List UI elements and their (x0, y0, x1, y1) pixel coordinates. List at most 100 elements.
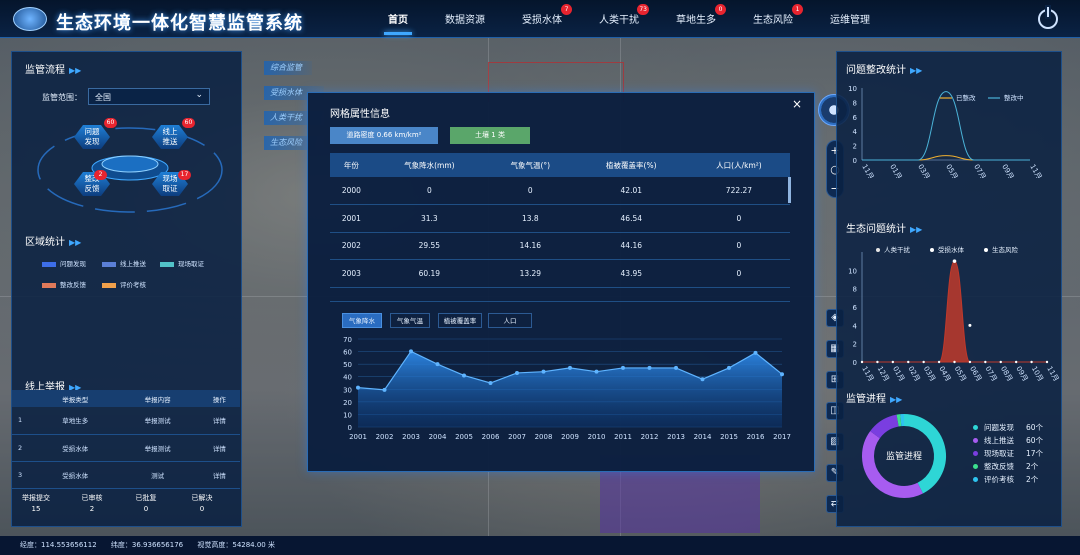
precip-point (674, 365, 678, 370)
axis-dot (1030, 360, 1033, 364)
axis-dot (937, 360, 941, 364)
legend-label: 现场取证 (178, 260, 204, 268)
progress-legend-item: 评价考核 2个 (973, 474, 1038, 485)
region-legend-item[interactable]: 整改反馈 (42, 279, 86, 289)
legend-label: 生态风险 (992, 245, 1019, 254)
x-tick-label: 03月 (922, 365, 937, 383)
progress-legend-item: 现场取证 17个 (973, 448, 1043, 459)
precip-point (541, 369, 546, 374)
stat-label: 举报提交 (22, 494, 50, 502)
legend-label: 受损水体 (938, 245, 965, 254)
legend-label: 线上推送 (984, 436, 1014, 445)
table-row: 2002 29.55 14.16 44.16 0 (330, 232, 790, 260)
nav-tab-label: 受损水体 (522, 15, 562, 26)
progress-title: 监管进程 ▶▶ (846, 394, 903, 405)
x-tick-label: 06月 (968, 365, 983, 383)
legend-value: 2个 (1026, 462, 1039, 471)
chart-tab-2[interactable]: 植被覆盖率 (438, 313, 482, 328)
detail-link[interactable]: 详情 (198, 461, 240, 489)
x-tick-label: 2014 (694, 433, 712, 441)
precip-point (356, 385, 360, 390)
region-legend-item[interactable]: 问题发现 (42, 258, 86, 268)
power-icon[interactable] (1038, 7, 1058, 29)
table-cell: 0 (687, 232, 790, 260)
nav-tab-label: 运维管理 (830, 15, 870, 26)
report-stat: 举报提交 15 (16, 493, 56, 513)
table-cell: 0 (372, 177, 486, 205)
precip-point (488, 381, 493, 385)
x-tick-label: 07月 (972, 163, 987, 178)
legend-label: 问题发现 (984, 423, 1014, 432)
nav-tab-2[interactable]: 受损水体 7 (522, 4, 572, 26)
legend-dot (973, 451, 978, 456)
precip-point (568, 365, 572, 370)
y-tick-label: 0 (853, 157, 857, 165)
legend-dot (973, 438, 978, 443)
legend-dot (973, 477, 978, 482)
nav-tab-label: 首页 (388, 15, 408, 26)
chart-tab-0[interactable]: 气象降水 (342, 313, 382, 328)
scope-select[interactable]: 全国 ⌄ (88, 88, 210, 105)
precip-point (647, 365, 652, 370)
flow-node-badge: 60 (104, 118, 117, 128)
table-row: 1 草地生多 举报测试 详情 (12, 407, 240, 435)
table-cell: 0 (687, 204, 790, 233)
latitude-readout: 纬度：36.936656176 (110, 541, 184, 549)
flow-node-label: 线上 推送 (162, 127, 178, 146)
region-title: 区域统计 ▶▶ (25, 237, 82, 248)
axis-dot (891, 360, 895, 364)
nav-badge: 7 (561, 4, 572, 15)
precip-point (594, 369, 599, 374)
axis-dot (860, 360, 864, 364)
flow-node-label: 问题 发现 (84, 127, 100, 146)
scope-label: 监管范围： (42, 93, 82, 102)
detail-link[interactable]: 详情 (198, 407, 240, 435)
altitude-readout: 视觉高度：54284.00 米 (197, 541, 275, 549)
legend-label: 整改反馈 (60, 281, 86, 289)
legend-label: 整改中 (1004, 93, 1024, 102)
x-tick-label: 09月 (1014, 365, 1029, 383)
report-table: 举报类型 举报内容 操作 1 草地生多 举报测试 详情 2 受损水体 举报测试 详情 3 受损水体… (12, 390, 240, 489)
legend-swatch (102, 261, 116, 267)
stat-value: 0 (143, 505, 149, 513)
series-line (862, 155, 1030, 161)
region-legend-item[interactable]: 线上推送 (102, 258, 146, 268)
close-icon[interactable]: × (792, 97, 802, 111)
legend-dot (973, 464, 978, 469)
legend-label: 已整改 (956, 93, 976, 102)
chart-tab-1[interactable]: 气象气温 (390, 313, 430, 328)
y-tick-label: 10 (848, 85, 857, 93)
attribute-header: 植被覆盖率(%) (574, 153, 688, 177)
y-tick-label: 0 (348, 424, 352, 432)
region-legend-item[interactable]: 现场取证 (160, 258, 204, 268)
ring-slice (870, 414, 900, 439)
stat-value: 0 (199, 505, 205, 513)
detail-link[interactable]: 详情 (198, 434, 240, 462)
legend-label: 评价考核 (120, 281, 146, 289)
nav-tab-6[interactable]: 运维管理 (830, 11, 870, 26)
data-point (968, 323, 972, 327)
table-cell: 31.3 (372, 204, 486, 233)
axis-dot (984, 360, 987, 364)
legend-swatch (160, 261, 174, 267)
longitude-readout: 经度：114.553656112 (20, 541, 97, 549)
table-cell: 2 (12, 434, 34, 462)
nav-tab-4[interactable]: 草地生多 0 (676, 4, 726, 26)
chart-tab-3[interactable]: 人口 (488, 313, 532, 328)
nav-tab-1[interactable]: 数据资源 (445, 11, 485, 26)
legend-value: 60个 (1026, 436, 1044, 445)
region-legend-item[interactable]: 评价考核 (102, 279, 146, 289)
map-tab-0[interactable]: 综合监管 (264, 61, 312, 75)
table-cell: 29.55 (372, 232, 486, 260)
x-tick-label: 01月 (891, 365, 906, 383)
x-tick-label: 10月 (1030, 365, 1045, 383)
logo-icon (13, 7, 47, 31)
table-cell: 受损水体 (34, 461, 117, 489)
nav-tab-label: 生态风险 (753, 15, 793, 26)
nav-tab-0[interactable]: 首页 (384, 11, 412, 35)
table-scrollbar[interactable] (788, 177, 791, 203)
nav-tab-3[interactable]: 人类干扰 73 (599, 4, 649, 26)
nav-tab-5[interactable]: 生态风险 1 (753, 4, 803, 26)
stat-label: 已批复 (135, 494, 157, 502)
attribute-header: 人口(人/km²) (687, 153, 790, 177)
